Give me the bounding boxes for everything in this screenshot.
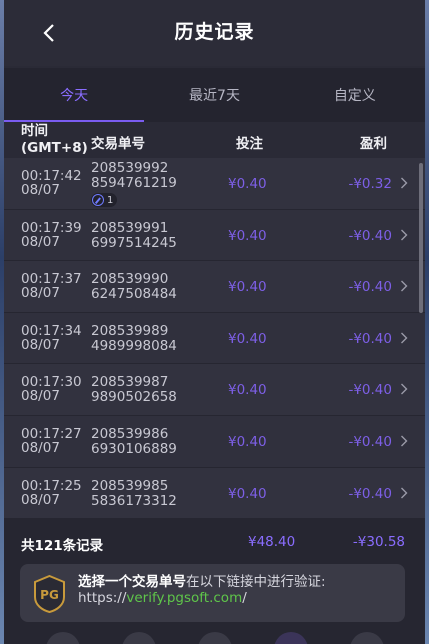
column-bet: 投注 xyxy=(236,136,263,152)
column-timezone-label: (GMT+8) xyxy=(21,140,88,156)
row-profit: -¥0.40 xyxy=(348,330,392,347)
list-scrollbar[interactable] xyxy=(419,163,423,313)
total-bet: ¥48.40 xyxy=(248,534,296,550)
row-time: 00:17:25 08/07 xyxy=(21,477,82,508)
row-profit: -¥0.40 xyxy=(348,227,392,244)
column-time: 时间 (GMT+8) xyxy=(21,123,88,157)
bottom-nav xyxy=(4,632,425,644)
row-profit: -¥0.40 xyxy=(348,382,392,399)
history-list[interactable]: 00:17:42 08/07 208539992 8594761219 1 ¥0.4… xyxy=(4,158,425,518)
row-time: 00:17:30 08/07 xyxy=(21,374,82,405)
table-row[interactable]: 00:17:27 08/07 208539986 6930106889 ¥0.40 … xyxy=(4,415,425,468)
tab-last-7-days[interactable]: 最近7天 xyxy=(144,68,284,122)
total-profit: -¥30.58 xyxy=(352,534,405,550)
row-order: 208539986 6930106889 xyxy=(91,425,177,457)
row-time: 00:17:39 08/07 xyxy=(21,219,82,250)
chevron-right-icon xyxy=(401,435,408,447)
row-profit: -¥0.32 xyxy=(348,176,392,192)
chevron-right-icon xyxy=(401,280,408,292)
row-bet: ¥0.40 xyxy=(228,382,267,399)
nav-button[interactable] xyxy=(197,632,232,644)
row-profit: -¥0.40 xyxy=(348,433,392,450)
nav-button[interactable] xyxy=(121,632,156,644)
row-time: 00:17:27 08/07 xyxy=(21,425,82,456)
page-title: 历史记录 xyxy=(174,21,255,43)
tab-today[interactable]: 今天 xyxy=(4,68,145,122)
table-row[interactable]: 00:17:25 08/07 208539985 5836173312 ¥0.40 … xyxy=(4,467,425,518)
row-order: 208539989 4989998084 xyxy=(91,322,177,354)
row-order: 208539991 6997514245 xyxy=(91,219,177,251)
row-order: 208539987 9890502658 xyxy=(91,374,177,406)
svg-text:PG: PG xyxy=(40,588,59,602)
column-time-label: 时间 xyxy=(21,123,48,139)
tab-custom[interactable]: 自定义 xyxy=(285,68,425,122)
tab-bar: 今天 最近7天 自定义 xyxy=(4,68,425,122)
row-bet: ¥0.40 xyxy=(228,227,267,244)
nav-button[interactable] xyxy=(45,632,80,644)
verify-link[interactable]: https://verify.pgsoft.com/ xyxy=(78,590,326,606)
table-row[interactable]: 00:17:37 08/07 208539990 6247508484 ¥0.40 … xyxy=(4,261,425,313)
row-time: 00:17:42 08/07 xyxy=(21,168,82,198)
summary-footer: 共121条记录 ¥48.40 -¥30.58 PG 选择一个交易单号在以下链接中… xyxy=(4,518,425,644)
row-order: 208539985 5836173312 xyxy=(91,477,177,509)
row-bet: ¥0.40 xyxy=(228,279,267,296)
table-row[interactable]: 00:17:34 08/07 208539989 4989998084 ¥0.40 … xyxy=(4,312,425,365)
row-profit: -¥0.40 xyxy=(348,279,392,296)
free-spin-badge: 1 xyxy=(91,193,118,207)
nav-button[interactable] xyxy=(273,632,308,644)
column-order: 交易单号 xyxy=(91,136,145,152)
row-time: 00:17:37 08/07 xyxy=(21,271,82,302)
table-row[interactable]: 00:17:42 08/07 208539992 8594761219 1 ¥0.4… xyxy=(4,158,425,210)
verify-banner: PG 选择一个交易单号在以下链接中进行验证: https://verify.pg… xyxy=(20,564,405,622)
row-time: 00:17:34 08/07 xyxy=(21,322,82,353)
table-row[interactable]: 00:17:39 08/07 208539991 6997514245 ¥0.40 … xyxy=(4,209,425,262)
chevron-right-icon xyxy=(401,229,408,241)
row-bet: ¥0.40 xyxy=(228,176,267,192)
column-header: 时间 (GMT+8) 交易单号 投注 盈利 xyxy=(4,122,425,158)
history-screen: 历史记录 今天 最近7天 自定义 时间 (GMT+8) 交易单号 投注 盈利 0… xyxy=(0,0,429,644)
header: 历史记录 xyxy=(4,0,425,66)
table-row[interactable]: 00:17:30 08/07 208539987 9890502658 ¥0.40 … xyxy=(4,364,425,416)
verify-text: 选择一个交易单号在以下链接中进行验证: https://verify.pgsof… xyxy=(78,574,326,606)
column-profit: 盈利 xyxy=(360,136,387,152)
row-bet: ¥0.40 xyxy=(228,433,267,450)
chevron-right-icon xyxy=(401,383,408,395)
row-bet: ¥0.40 xyxy=(228,330,267,347)
row-order: 208539992 8594761219 1 xyxy=(91,160,177,207)
right-edge xyxy=(425,0,429,644)
row-order: 208539990 6247508484 xyxy=(91,271,177,303)
row-profit: -¥0.40 xyxy=(348,485,392,502)
chevron-right-icon xyxy=(401,332,408,344)
nav-button[interactable] xyxy=(349,632,384,644)
row-bet: ¥0.40 xyxy=(228,485,267,502)
chevron-right-icon xyxy=(401,487,408,499)
pg-logo-icon: PG xyxy=(34,575,65,613)
spin-icon xyxy=(92,194,104,206)
chevron-right-icon xyxy=(401,177,408,189)
record-count: 共121条记录 xyxy=(21,538,104,554)
